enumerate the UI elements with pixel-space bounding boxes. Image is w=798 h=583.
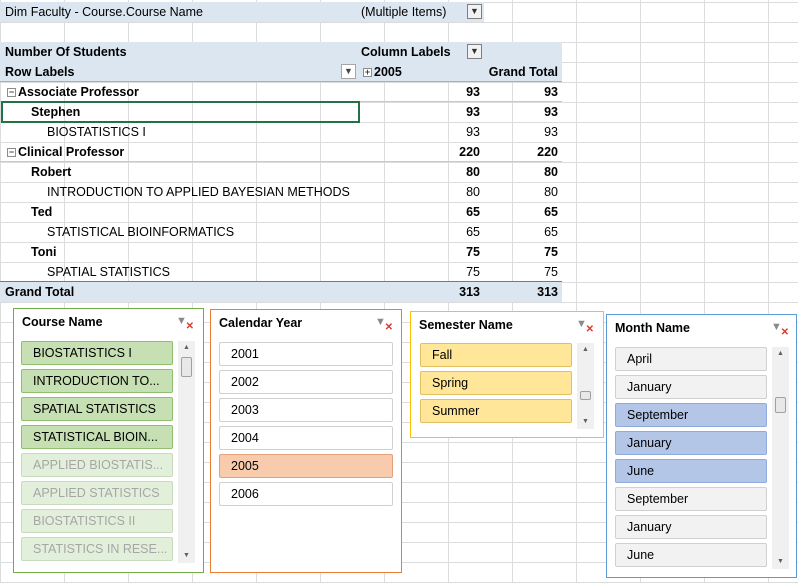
slicer-title: Calendar Year (219, 316, 303, 330)
total-cell[interactable]: 93 (484, 102, 562, 122)
slicer-title: Semester Name (419, 318, 513, 332)
value-cell[interactable]: 75 (358, 262, 484, 282)
course-name-slicer[interactable]: Course Name ▼ ✕ BIOSTATISTICS I INTRODUCT… (13, 308, 204, 573)
grand-total-value[interactable]: 313 (358, 282, 484, 302)
slicer-item-nodata[interactable]: 2004 (219, 426, 393, 450)
active-cell-selection[interactable] (1, 101, 360, 123)
value-cell[interactable]: 65 (358, 202, 484, 222)
year-column-header[interactable]: +2005 (358, 62, 484, 82)
total-cell[interactable]: 93 (484, 122, 562, 142)
slicer-item-selected[interactable]: 2005 (219, 454, 393, 478)
slicer-item-selected[interactable]: Fall (420, 343, 572, 367)
grand-total-label[interactable]: Grand Total (0, 282, 358, 302)
filter-icon[interactable]: ▼ (467, 4, 482, 19)
slicer-scrollbar[interactable]: ▲ ▼ (772, 347, 789, 569)
report-filter-label: Dim Faculty - Course.Course Name (0, 2, 358, 22)
row-labels-header: Row Labels (0, 62, 358, 82)
value-cell[interactable]: 93 (358, 82, 484, 102)
value-cell[interactable]: 75 (358, 242, 484, 262)
slicer-item-selected[interactable]: January (615, 431, 767, 455)
slicer-item-selected[interactable]: STATISTICAL BIOIN... (21, 425, 173, 449)
row-label-text: Clinical Professor (18, 145, 125, 159)
slicer-item-nodata[interactable]: 2002 (219, 370, 393, 394)
slicer-item-selected[interactable]: SPATIAL STATISTICS (21, 397, 173, 421)
row-label[interactable]: STATISTICAL BIOINFORMATICS (0, 222, 358, 242)
slicer-item-nodata[interactable]: June (615, 543, 767, 567)
collapse-minus-icon[interactable]: − (7, 88, 16, 98)
slicer-item-nodata[interactable]: BIOSTATISTICS II (21, 509, 173, 533)
slicer-item-nodata[interactable]: APPLIED BIOSTATIS... (21, 453, 173, 477)
semester-name-slicer[interactable]: Semester Name ▼ ✕ Fall Spring Summer ▲ ▼ (410, 311, 604, 438)
row-label[interactable]: Robert (0, 162, 358, 182)
scroll-thumb[interactable] (775, 397, 786, 413)
row-label[interactable]: SPATIAL STATISTICS (0, 262, 358, 282)
total-cell[interactable]: 80 (484, 182, 562, 202)
row-label[interactable]: Ted (0, 202, 358, 222)
slicer-item-nodata[interactable]: January (615, 375, 767, 399)
column-labels-header: Column Labels (358, 42, 484, 62)
row-label[interactable]: Toni (0, 242, 358, 262)
scroll-up-icon[interactable]: ▲ (577, 343, 594, 357)
scroll-down-icon[interactable]: ▼ (772, 555, 789, 569)
slicer-item-nodata[interactable]: 2006 (219, 482, 393, 506)
total-cell[interactable]: 65 (484, 222, 562, 242)
slicer-item-nodata[interactable]: September (615, 487, 767, 511)
slicer-item-nodata[interactable]: 2001 (219, 342, 393, 366)
slicer-scrollbar[interactable]: ▲ ▼ (178, 341, 195, 563)
row-label[interactable]: INTRODUCTION TO APPLIED BAYESIAN METHODS (0, 182, 358, 202)
value-cell[interactable]: 93 (358, 102, 484, 122)
expand-plus-icon[interactable]: + (363, 68, 372, 78)
total-cell[interactable]: 93 (484, 82, 562, 102)
total-cell[interactable]: 75 (484, 242, 562, 262)
slicer-item-nodata[interactable]: 2003 (219, 398, 393, 422)
slicer-item-nodata[interactable]: APPLIED STATISTICS (21, 481, 173, 505)
total-cell[interactable]: 80 (484, 162, 562, 182)
measure-label: Number Of Students (0, 42, 358, 62)
clear-filter-icon[interactable]: ▼ ✕ (176, 315, 194, 332)
total-cell[interactable]: 75 (484, 262, 562, 282)
row-label-text: Associate Professor (18, 85, 139, 99)
slicer-item-selected[interactable]: INTRODUCTION TO... (21, 369, 173, 393)
value-cell[interactable]: 93 (358, 122, 484, 142)
calendar-year-slicer[interactable]: Calendar Year ▼ ✕ 2001 2002 2003 2004 200… (210, 309, 402, 573)
slicer-item-selected[interactable]: Summer (420, 399, 572, 423)
column-filter-icon[interactable]: ▼ (467, 44, 482, 59)
scroll-thumb[interactable] (181, 357, 192, 377)
value-cell[interactable]: 80 (358, 162, 484, 182)
scroll-up-icon[interactable]: ▲ (772, 347, 789, 361)
scroll-down-icon[interactable]: ▼ (178, 549, 195, 563)
grand-total-total[interactable]: 313 (484, 282, 562, 302)
month-name-slicer[interactable]: Month Name ▼ ✕ April January September Ja… (606, 314, 797, 578)
header-fill (484, 42, 562, 62)
slicer-item-selected[interactable]: June (615, 459, 767, 483)
report-filter-value[interactable]: (Multiple Items) (358, 2, 484, 22)
clear-filter-icon[interactable]: ▼ ✕ (771, 321, 789, 338)
value-cell[interactable]: 65 (358, 222, 484, 242)
slicer-item-selected[interactable]: September (615, 403, 767, 427)
collapse-minus-icon[interactable]: − (7, 148, 16, 158)
slicer-item-selected[interactable]: BIOSTATISTICS I (21, 341, 173, 365)
row-label[interactable]: − Associate Professor (0, 82, 358, 102)
scroll-down-icon[interactable]: ▼ (577, 415, 594, 429)
scroll-thumb[interactable] (580, 391, 591, 400)
dropdown-arrow-icon[interactable]: ▼ (341, 64, 356, 79)
total-cell[interactable]: 220 (484, 142, 562, 162)
slicer-title: Course Name (22, 315, 103, 329)
row-label[interactable]: BIOSTATISTICS I (0, 122, 358, 142)
slicer-item-selected[interactable]: Spring (420, 371, 572, 395)
slicer-title: Month Name (615, 321, 690, 335)
grand-total-header: Grand Total (484, 62, 562, 82)
value-cell[interactable]: 220 (358, 142, 484, 162)
slicer-item-nodata[interactable]: April (615, 347, 767, 371)
year-label: 2005 (374, 65, 402, 79)
clear-filter-icon[interactable]: ▼ ✕ (576, 318, 594, 335)
clear-filter-icon[interactable]: ▼ ✕ (375, 316, 393, 333)
slicer-item-nodata[interactable]: STATISTICS IN RESE... (21, 537, 173, 561)
scroll-up-icon[interactable]: ▲ (178, 341, 195, 355)
slicer-item-nodata[interactable]: January (615, 515, 767, 539)
value-cell[interactable]: 80 (358, 182, 484, 202)
slicer-scrollbar[interactable]: ▲ ▼ (577, 343, 594, 429)
row-label[interactable]: − Clinical Professor (0, 142, 358, 162)
total-cell[interactable]: 65 (484, 202, 562, 222)
